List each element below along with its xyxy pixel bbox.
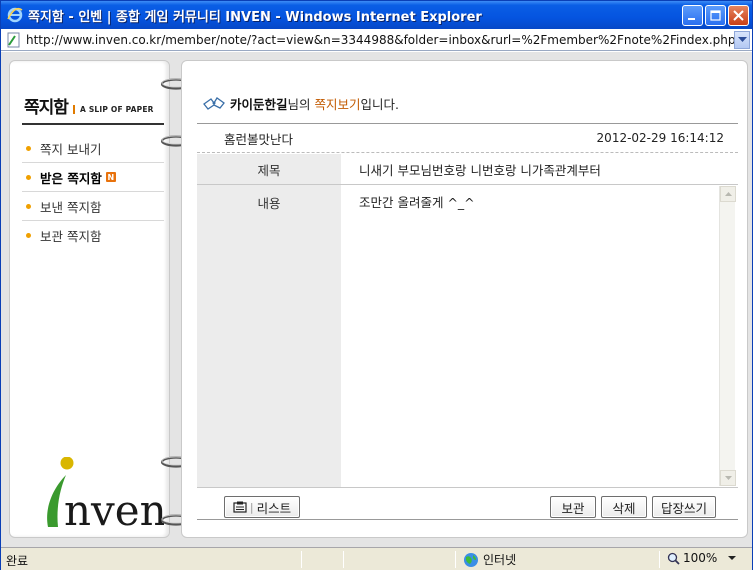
- scroll-up-button[interactable]: [720, 186, 736, 202]
- close-button[interactable]: [728, 5, 749, 26]
- zone-label: 인터넷: [483, 553, 517, 567]
- chevron-up-icon: [724, 192, 732, 196]
- status-divider: [301, 551, 302, 568]
- status-text: 완료: [6, 554, 29, 568]
- inven-logo: nven: [24, 456, 167, 535]
- greeting-nickname: 카이둔한길: [230, 97, 288, 112]
- sidebar-item-label: 보관 쪽지함: [40, 229, 102, 244]
- maximize-icon: [710, 10, 721, 21]
- sidebar-item-sent[interactable]: 보낸 쪽지함: [22, 192, 164, 221]
- security-zone[interactable]: 인터넷: [463, 551, 516, 568]
- archive-button[interactable]: 보관: [550, 496, 596, 518]
- logo-bar: [73, 105, 75, 114]
- url-field[interactable]: http://www.inven.co.kr/member/note/?act=…: [26, 33, 734, 47]
- reply-button[interactable]: 답장쓰기: [652, 496, 716, 518]
- page-content: 쪽지함 A SLIP OF PAPER 쪽지 보내기 받은 쪽지함 N 보낸 쪽…: [1, 52, 752, 547]
- body-row: 내용 조만간 올려줄게 ^_^: [197, 185, 738, 488]
- title-bar: 쪽지함 - 인벤 | 종합 게임 커뮤니티 INVEN - Windows In…: [1, 1, 752, 29]
- browser-window: 쪽지함 - 인벤 | 종합 게임 커뮤니티 INVEN - Windows In…: [0, 0, 753, 570]
- sidebar-item-inbox[interactable]: 받은 쪽지함 N: [22, 163, 164, 192]
- greeting: 카이둔한길 님의 쪽지보기 입니다.: [202, 94, 399, 113]
- chevron-down-icon: [737, 36, 747, 42]
- body-scrollbar[interactable]: [719, 186, 736, 486]
- title-row: 제목 니새기 부모님번호랑 니번호랑 니가족관계부터: [197, 154, 738, 185]
- ie-icon: [6, 6, 24, 24]
- status-divider: [455, 551, 456, 568]
- sidebar-item-label: 쪽지 보내기: [40, 141, 102, 157]
- divider: [197, 519, 738, 520]
- note-logo: 쪽지함 A SLIP OF PAPER: [22, 93, 164, 125]
- bullet-icon: [26, 175, 31, 180]
- note-logo-title: 쪽지함: [24, 98, 69, 118]
- chevron-down-icon: [728, 555, 737, 560]
- message-date: 2012-02-29 16:14:12: [596, 131, 724, 145]
- body-content: 조만간 올려줄게 ^_^: [341, 185, 738, 487]
- sidebar: 쪽지함 A SLIP OF PAPER 쪽지 보내기 받은 쪽지함 N 보낸 쪽…: [9, 60, 170, 538]
- zoom-control[interactable]: 100%: [667, 551, 737, 565]
- list-button[interactable]: | 리스트: [224, 496, 300, 518]
- greeting-end: 입니다.: [360, 97, 399, 112]
- greeting-highlight: 쪽지보기: [314, 97, 361, 112]
- zoom-level: 100%: [683, 551, 718, 565]
- inven-wordmark: nven: [64, 486, 164, 532]
- sidebar-menu: 쪽지 보내기 받은 쪽지함 N 보낸 쪽지함 보관 쪽지함: [22, 134, 164, 250]
- maximize-button[interactable]: [705, 5, 726, 26]
- minimize-icon: [688, 18, 695, 20]
- bullet-icon: [26, 204, 31, 209]
- sidebar-item-send-note[interactable]: 쪽지 보내기: [22, 134, 164, 163]
- list-separator: |: [249, 500, 254, 514]
- delete-button[interactable]: 삭제: [601, 496, 647, 518]
- window-title: 쪽지함 - 인벤 | 종합 게임 커뮤니티 INVEN - Windows In…: [28, 9, 482, 25]
- greeting-mid: 님의: [287, 97, 315, 112]
- status-divider: [659, 551, 660, 568]
- globe-icon: [464, 552, 478, 567]
- message-header: 홈런볼맛난다 2012-02-29 16:14:12: [197, 124, 738, 153]
- title-value: 니새기 부모님번호랑 니번호랑 니가족관계부터: [359, 162, 601, 178]
- scroll-down-button[interactable]: [720, 470, 736, 486]
- sender-name[interactable]: 홈런볼맛난다: [224, 129, 293, 148]
- close-icon: [733, 10, 744, 21]
- message-panel: 카이둔한길 님의 쪽지보기 입니다. 홈런볼맛난다 2012-02-29 16:…: [181, 60, 748, 538]
- sidebar-item-archive[interactable]: 보관 쪽지함: [22, 221, 164, 250]
- note-icon: [202, 95, 226, 113]
- body-label: 내용: [197, 185, 341, 487]
- bullet-icon: [26, 233, 31, 238]
- note-logo-subtitle: A SLIP OF PAPER: [80, 105, 154, 114]
- sidebar-item-label: 보낸 쪽지함: [40, 199, 102, 215]
- body-text: 조만간 올려줄게 ^_^: [359, 195, 475, 210]
- sidebar-item-label: 받은 쪽지함: [40, 170, 102, 186]
- new-badge: N: [105, 172, 116, 182]
- minimize-button[interactable]: [682, 5, 703, 26]
- address-dropdown-button[interactable]: [734, 30, 750, 49]
- chevron-down-icon: [724, 476, 732, 480]
- clipboard-icon: [233, 501, 247, 513]
- status-bar: 완료 인터넷 100%: [1, 547, 752, 570]
- message-fields: 제목 니새기 부모님번호랑 니번호랑 니가족관계부터 내용 조만간 올려줄게 ^…: [197, 154, 738, 488]
- list-button-label: 리스트: [256, 500, 292, 516]
- window-controls: [682, 5, 749, 26]
- title-label: 제목: [197, 154, 341, 184]
- status-divider: [343, 551, 344, 568]
- bullet-icon: [26, 146, 31, 151]
- page-icon: [6, 32, 22, 48]
- zoom-icon: [667, 552, 680, 565]
- address-bar: http://www.inven.co.kr/member/note/?act=…: [1, 29, 752, 51]
